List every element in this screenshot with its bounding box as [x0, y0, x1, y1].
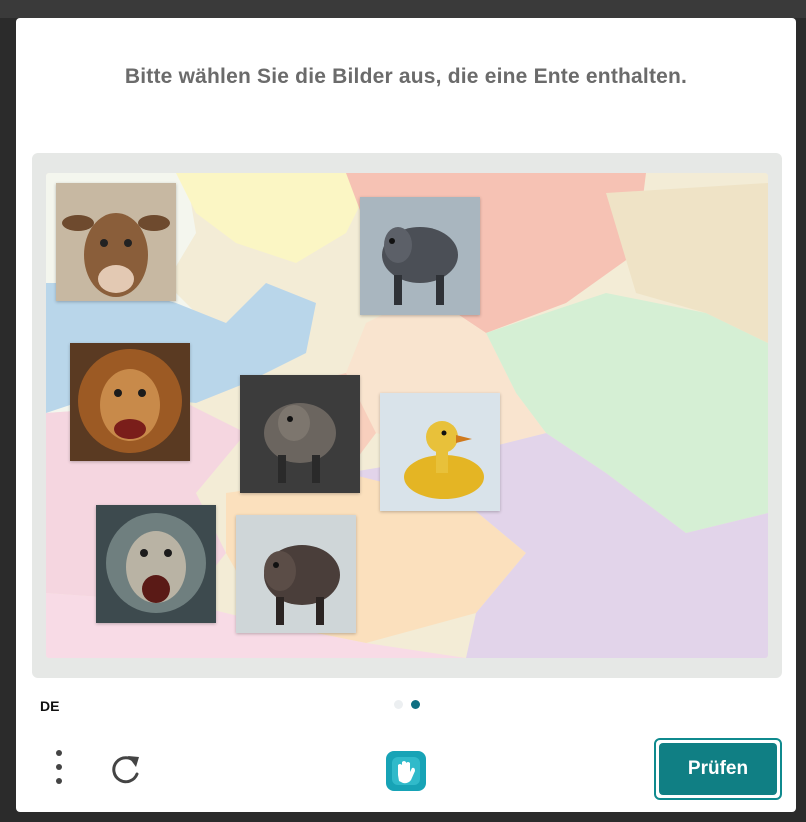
tile-boar-2[interactable]: [240, 375, 360, 493]
page-dot-1: [394, 700, 403, 709]
submit-button[interactable]: Prüfen: [654, 738, 782, 800]
submit-button-label: Prüfen: [659, 743, 777, 795]
vertical-dots-icon-dot: [56, 764, 62, 770]
tile-cow[interactable]: [56, 183, 176, 301]
tile-boar-1[interactable]: [360, 197, 480, 315]
tile-lion-2[interactable]: [96, 505, 216, 623]
challenge-canvas[interactable]: [46, 173, 768, 658]
tile-boar-3[interactable]: [236, 515, 356, 633]
refresh-button[interactable]: [106, 750, 144, 788]
menu-button[interactable]: [46, 748, 72, 788]
captcha-modal: Bitte wählen Sie die Bilder aus, die ein…: [16, 18, 796, 812]
page-dot-2-active: [411, 700, 420, 709]
captcha-prompt: Bitte wählen Sie die Bilder aus, die ein…: [124, 65, 688, 88]
tile-lion-1[interactable]: [70, 343, 190, 461]
challenge-panel: [32, 153, 782, 678]
background-app-bar: [0, 0, 806, 18]
language-selector[interactable]: DE: [40, 698, 59, 714]
vertical-dots-icon-dot: [56, 778, 62, 784]
hand-logo-icon: [382, 747, 430, 795]
tile-duck[interactable]: [380, 393, 500, 511]
refresh-icon: [112, 756, 139, 784]
vertical-dots-icon: [56, 750, 62, 756]
